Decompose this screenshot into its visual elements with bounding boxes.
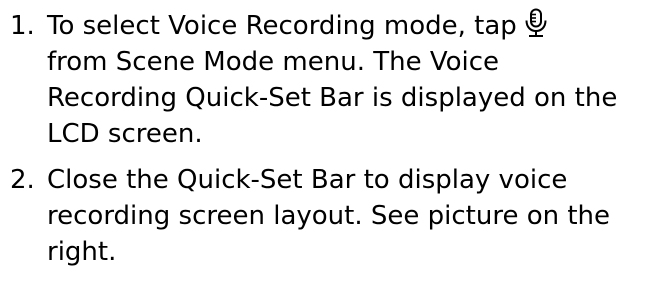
step-line: from Scene Mode menu. The Voice	[47, 47, 500, 77]
step-line: To select Voice Recording mode, tap	[47, 8, 658, 44]
microphone-icon	[523, 8, 549, 38]
step-line: right.	[47, 237, 117, 267]
step-line-text: To select Voice Recording mode, tap	[47, 11, 517, 41]
step-line: Close the Quick-Set Bar to display voice	[47, 165, 568, 195]
step-number: 2.	[10, 165, 35, 195]
step-1: 1. To select Voice Recording mode, tap f…	[10, 8, 658, 152]
step-line: LCD screen.	[47, 119, 203, 149]
step-2: 2. Close the Quick-Set Bar to display vo…	[10, 162, 658, 270]
step-line: Recording Quick-Set Bar is displayed on …	[47, 83, 618, 113]
step-number: 1.	[10, 11, 35, 41]
step-line: recording screen layout. See picture on …	[47, 201, 611, 231]
instruction-steps: 1. To select Voice Recording mode, tap f…	[10, 8, 658, 270]
step-text: Close the Quick-Set Bar to display voice…	[47, 162, 658, 270]
step-text: To select Voice Recording mode, tap from…	[47, 8, 658, 152]
